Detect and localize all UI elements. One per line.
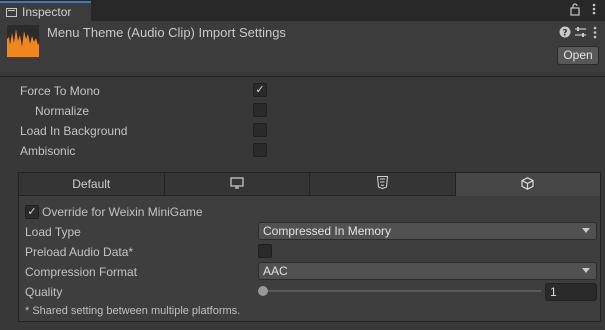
header-kebab-icon[interactable] [593,26,597,39]
override-label: Override for Weixin MiniGame [42,205,203,219]
tab-webgl[interactable] [310,173,456,196]
tab-default[interactable]: Default [19,173,165,196]
force-to-mono-label: Force To Mono [20,84,100,98]
normalize-checkbox[interactable] [253,103,267,117]
inspector-tab-title: Inspector [22,5,72,19]
compression-format-value: AAC [263,264,288,278]
tab-default-label: Default [72,177,111,191]
load-type-label: Load Type [25,225,81,239]
help-icon[interactable]: ? [559,26,571,39]
ambisonic-label: Ambisonic [20,144,76,158]
audio-clip-icon [7,25,39,57]
force-to-mono-checkbox[interactable]: ✓ [253,83,267,97]
quality-slider-handle[interactable] [258,286,268,296]
platform-tabs: Default [19,173,600,196]
chevron-down-icon [582,268,590,273]
inspector-tab[interactable]: Inspector [0,1,91,21]
normalize-label: Normalize [35,104,90,118]
open-button[interactable]: Open [557,46,599,65]
inspector-icon [6,7,17,17]
load-in-background-label: Load In Background [20,124,128,138]
load-in-background-checkbox[interactable] [253,123,267,137]
override-checkbox[interactable]: ✓ [25,205,39,219]
compression-format-dropdown[interactable]: AAC [258,262,597,280]
header-title: Menu Theme (Audio Clip) Import Settings [47,25,286,40]
compression-format-label: Compression Format [25,265,138,279]
preset-sliders-icon[interactable] [574,26,587,38]
quality-label: Quality [25,285,63,299]
quality-input[interactable]: 1 [545,283,597,301]
preload-audio-label: Preload Audio Data* [25,245,134,259]
load-type-dropdown[interactable]: Compressed In Memory [258,222,597,240]
preload-audio-checkbox[interactable] [258,244,272,258]
header-divider [0,76,605,77]
html5-icon [376,175,388,192]
quality-slider-track[interactable] [263,290,541,292]
ambisonic-checkbox[interactable] [253,143,267,157]
shared-setting-note: * Shared setting between multiple platfo… [25,305,241,317]
chevron-down-icon [582,228,590,233]
monitor-icon [230,176,244,192]
minigame-cube-icon [521,176,534,193]
kebab-menu-icon[interactable] [587,2,601,18]
tab-standalone[interactable] [164,173,310,196]
tab-weixin-minigame[interactable] [455,173,600,196]
svg-text:?: ? [562,29,567,39]
load-type-value: Compressed In Memory [263,224,392,238]
lock-icon[interactable] [568,2,582,18]
